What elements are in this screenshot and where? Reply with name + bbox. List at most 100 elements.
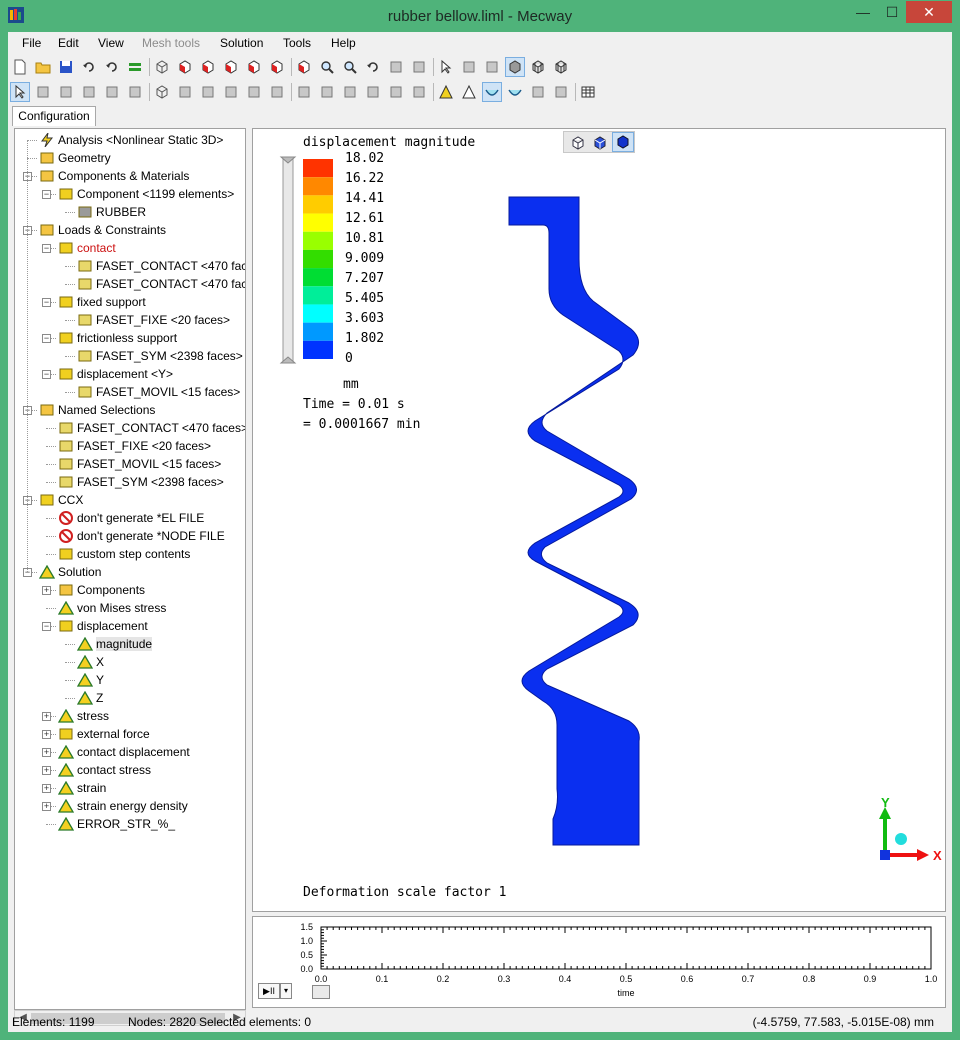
arc-button[interactable]: [340, 82, 360, 102]
tree-item[interactable]: contact displacement: [57, 743, 190, 761]
explode-button[interactable]: [102, 82, 122, 102]
move-button[interactable]: [244, 82, 264, 102]
cube-view-top-button[interactable]: [267, 57, 287, 77]
zoom-button[interactable]: [340, 57, 360, 77]
tree-item[interactable]: contact: [58, 239, 116, 257]
menu-solution[interactable]: Solution: [220, 36, 263, 50]
tree-item[interactable]: contact stress: [57, 761, 151, 779]
tree-item[interactable]: Geometry: [39, 149, 111, 167]
menu-tools[interactable]: Tools: [283, 36, 311, 50]
tree-item[interactable]: strain: [57, 779, 106, 797]
tree-item[interactable]: X: [76, 653, 104, 671]
shaded-plane-button[interactable]: [482, 57, 502, 77]
animals-button[interactable]: [528, 82, 548, 102]
tree-item[interactable]: FASET_FIXE <20 faces>: [77, 311, 230, 329]
pick-face-button[interactable]: [79, 82, 99, 102]
tree-item[interactable]: displacement: [58, 617, 148, 635]
tab-configuration[interactable]: Configuration: [12, 106, 96, 126]
collapse-icon[interactable]: −: [42, 190, 51, 199]
plane-button[interactable]: [459, 57, 479, 77]
paint-bucket-button[interactable]: [409, 82, 429, 102]
film-button[interactable]: [551, 82, 571, 102]
pan-button[interactable]: [386, 57, 406, 77]
expand-icon[interactable]: +: [42, 766, 51, 775]
model-viewport[interactable]: displacement magnitude 18.02 16.22 14.41 12…: [252, 128, 946, 912]
triangle-outline-button[interactable]: [459, 82, 479, 102]
edges-cube-button[interactable]: [528, 57, 548, 77]
tree-item[interactable]: strain energy density: [57, 797, 188, 815]
pick-node-button[interactable]: [33, 82, 53, 102]
expand-icon[interactable]: +: [42, 586, 51, 595]
tree-item[interactable]: Named Selections: [39, 401, 155, 419]
menu-file[interactable]: File: [22, 36, 41, 50]
menu-edit[interactable]: Edit: [58, 36, 79, 50]
undo-button[interactable]: [79, 57, 99, 77]
tree-item[interactable]: fixed support: [58, 293, 146, 311]
pick-element-button[interactable]: [56, 82, 76, 102]
tree-item[interactable]: frictionless support: [58, 329, 177, 347]
collapse-icon[interactable]: −: [42, 298, 51, 307]
tree-item[interactable]: Y: [76, 671, 104, 689]
open-folder-button[interactable]: [33, 57, 53, 77]
paint-button[interactable]: [409, 57, 429, 77]
tree-item[interactable]: magnitude: [76, 635, 153, 653]
tree-item[interactable]: stress: [57, 707, 109, 725]
tree-item[interactable]: FASET_MOVIL <15 faces>: [77, 383, 240, 401]
tree-item[interactable]: Z: [76, 689, 103, 707]
tree-item[interactable]: don't generate *NODE FILE: [58, 527, 225, 545]
delete-button[interactable]: [175, 82, 195, 102]
tree-item[interactable]: displacement <Y>: [58, 365, 173, 383]
cube-view-bottom-button[interactable]: [294, 57, 314, 77]
bowl-half-button[interactable]: [505, 82, 525, 102]
tree-item[interactable]: FASET_SYM <2398 faces>: [77, 347, 243, 365]
triangle-button[interactable]: [436, 82, 456, 102]
tree-item[interactable]: FASET_FIXE <20 faces>: [58, 437, 211, 455]
time-plot-panel[interactable]: 0.0 0.1 0.2 0.3 0.4 0.5 0.6 0.7 0.8 0.9 1.0 1.5 1.0 0…: [252, 916, 946, 1008]
node-merge-button[interactable]: [221, 82, 241, 102]
bellow-mesh[interactable]: [253, 129, 946, 912]
hide-button[interactable]: [125, 82, 145, 102]
tree-item[interactable]: von Mises stress: [57, 599, 166, 617]
menu-view[interactable]: View: [98, 36, 124, 50]
collapse-icon[interactable]: −: [42, 370, 51, 379]
collapse-icon[interactable]: −: [42, 334, 51, 343]
tree-item[interactable]: FASET_CONTACT <470 faces>: [77, 257, 245, 275]
collapse-icon[interactable]: −: [42, 244, 51, 253]
cube-view-back-button[interactable]: [198, 57, 218, 77]
select-button[interactable]: [10, 82, 30, 102]
new-file-button[interactable]: [10, 57, 30, 77]
cube-view-right-button[interactable]: [244, 57, 264, 77]
tree-item[interactable]: Component <1199 elements>: [58, 185, 234, 203]
split-button[interactable]: [294, 82, 314, 102]
tree-item[interactable]: Solution: [38, 563, 101, 581]
tree-item[interactable]: FASET_CONTACT <470 faces>: [77, 275, 245, 293]
play-dropdown-button[interactable]: ▾: [280, 983, 292, 999]
mesh-cube-button[interactable]: [551, 57, 571, 77]
cylinder-button[interactable]: [317, 82, 337, 102]
revolve-button[interactable]: [363, 82, 383, 102]
expand-icon[interactable]: +: [42, 802, 51, 811]
expand-icon[interactable]: +: [42, 730, 51, 739]
cube-view-left-button[interactable]: [221, 57, 241, 77]
solid-cube-button[interactable]: [505, 57, 525, 77]
tree-item[interactable]: Components: [58, 581, 145, 599]
zoom-box-button[interactable]: [317, 57, 337, 77]
scatter-button[interactable]: [386, 82, 406, 102]
maximize-button[interactable]: ☐: [877, 1, 907, 23]
tree-item[interactable]: FASET_CONTACT <470 faces>: [58, 419, 245, 437]
equals-button[interactable]: [125, 57, 145, 77]
wireframe-cube-button[interactable]: [152, 57, 172, 77]
tree-item[interactable]: RUBBER: [77, 203, 146, 221]
flip-button[interactable]: [267, 82, 287, 102]
save-button[interactable]: [56, 57, 76, 77]
close-button[interactable]: ✕: [906, 1, 952, 23]
rotate-button[interactable]: [363, 57, 383, 77]
collapse-icon[interactable]: −: [42, 622, 51, 631]
play-pause-button[interactable]: ▶II: [258, 983, 280, 999]
minimize-button[interactable]: —: [848, 1, 878, 23]
model-tree[interactable]: Analysis <Nonlinear Static 3D> Geometry − C…: [14, 128, 246, 1010]
tree-item[interactable]: CCX: [39, 491, 83, 509]
redo-button[interactable]: [102, 57, 122, 77]
tree-item[interactable]: Components & Materials: [39, 167, 189, 185]
tree-item[interactable]: external force: [58, 725, 150, 743]
